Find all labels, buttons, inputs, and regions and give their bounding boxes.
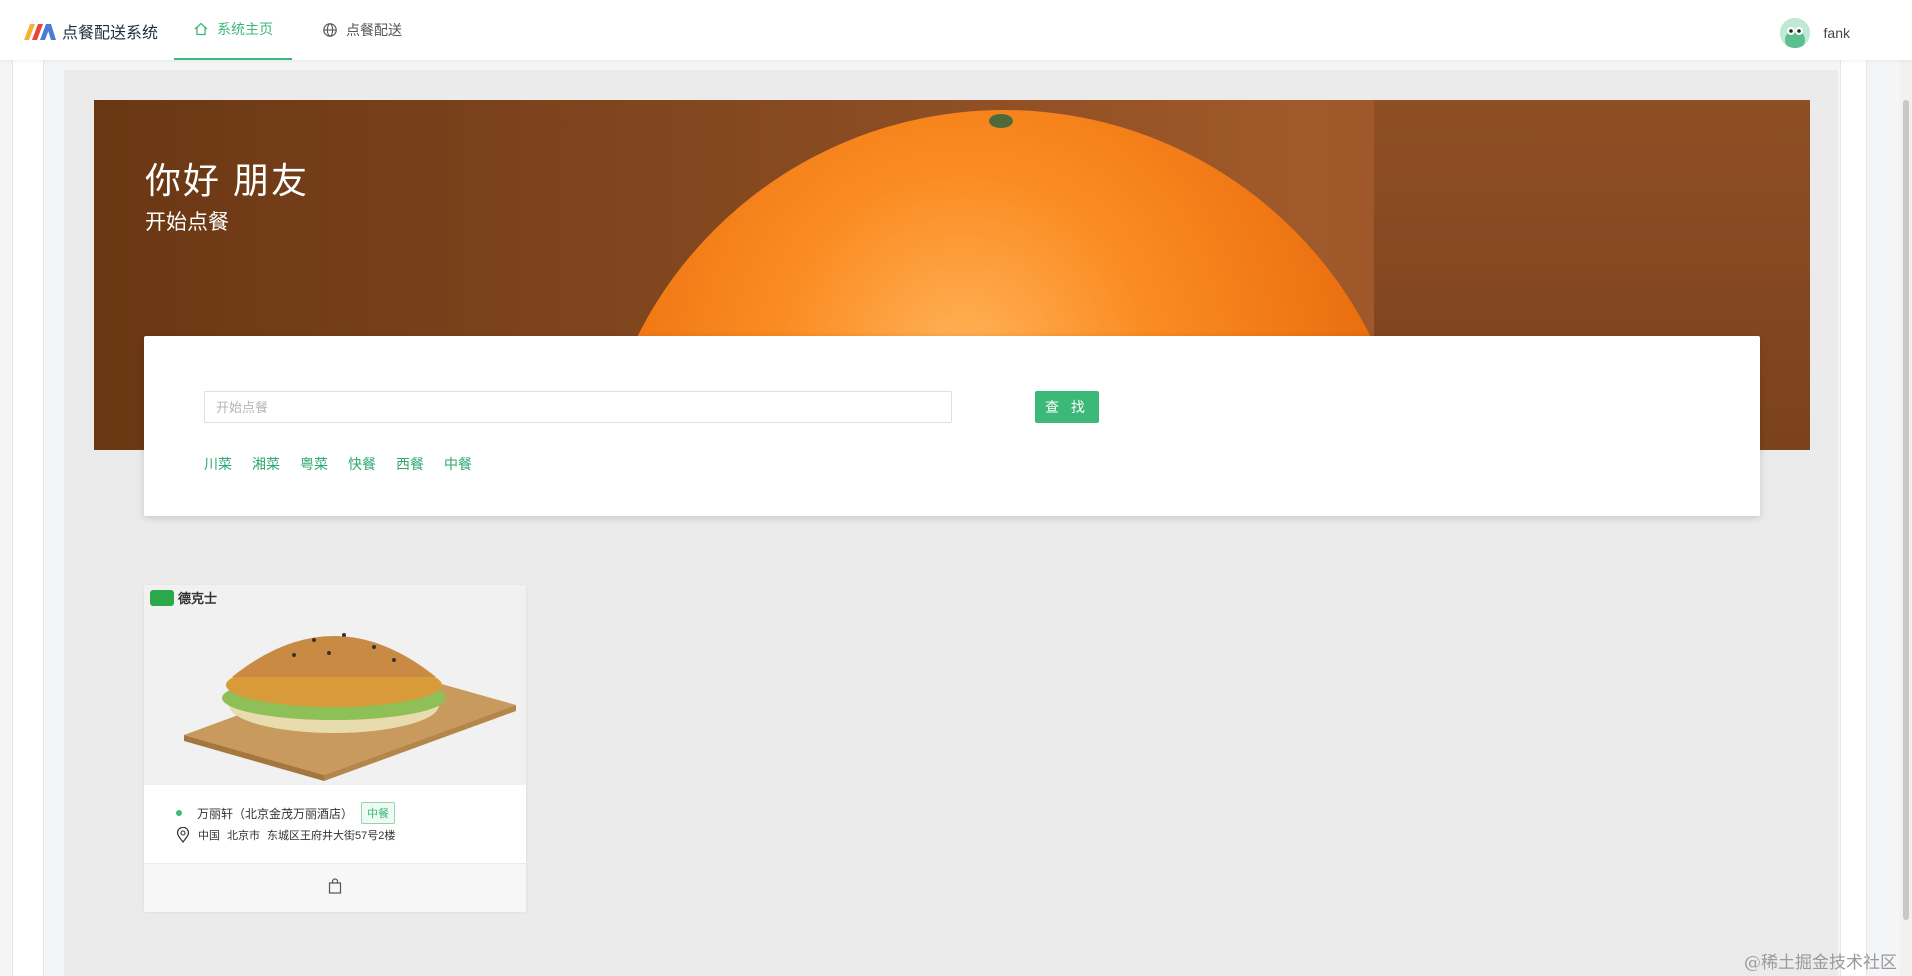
restaurant-title-row: 万丽轩（北京金茂万丽酒店） 中餐 xyxy=(176,802,396,824)
card-footer xyxy=(144,863,526,912)
restaurant-address: 中国 北京市 东城区王府井大街57号2楼 xyxy=(176,827,402,843)
app-logo-icon xyxy=(24,24,56,40)
user-menu[interactable]: fank xyxy=(1779,18,1850,48)
restaurant-info: 万丽轩（北京金茂万丽酒店） 中餐 中国 北京市 东城区王府井大街57号2楼 xyxy=(144,785,526,865)
search-card: 查 找 川菜 湘菜 粤菜 快餐 西餐 中餐 xyxy=(144,336,1760,516)
hero-orange-stem xyxy=(989,114,1013,128)
brand-name: 德克士 xyxy=(178,591,218,606)
top-navbar: 点餐配送系统 系统主页 点餐配送 fank xyxy=(0,0,1912,60)
home-icon xyxy=(193,21,209,37)
search-input[interactable] xyxy=(204,391,952,423)
page-scrollbar[interactable] xyxy=(1900,60,1912,976)
brand-logo-icon xyxy=(150,589,174,606)
category-fast-food[interactable]: 快餐 xyxy=(348,454,376,474)
burger-image xyxy=(144,585,526,785)
avatar[interactable] xyxy=(1779,18,1810,48)
hero-subtitle: 开始点餐 xyxy=(145,211,229,234)
nav-item-home-label: 系统主页 xyxy=(217,21,273,37)
category-hunan[interactable]: 湘菜 xyxy=(252,454,280,474)
globe-icon xyxy=(322,22,338,38)
nav-item-delivery-label: 点餐配送 xyxy=(346,22,402,38)
category-sichuan[interactable]: 川菜 xyxy=(204,454,232,474)
address-street: 东城区王府井大街57号2楼 xyxy=(267,830,396,842)
address-country: 中国 xyxy=(198,830,220,842)
restaurant-name[interactable]: 万丽轩（北京金茂万丽酒店） xyxy=(197,805,353,822)
status-dot-icon xyxy=(176,810,182,816)
shopping-bag-icon[interactable] xyxy=(328,877,342,899)
restaurant-image[interactable]: 德克士 xyxy=(144,585,526,785)
search-button[interactable]: 查 找 xyxy=(1035,391,1099,423)
restaurant-card[interactable]: 德克士 万丽轩（北京金茂万丽酒店） 中餐 中国 北京市 东城区王府井大街57号2… xyxy=(144,585,526,912)
right-frame xyxy=(1840,60,1867,976)
address-city: 北京市 xyxy=(227,830,260,842)
left-frame xyxy=(12,60,44,976)
restaurant-brand: 德克士 xyxy=(150,588,217,607)
username: fank xyxy=(1823,25,1850,41)
category-western[interactable]: 西餐 xyxy=(396,454,424,474)
location-pin-icon xyxy=(176,827,190,843)
scrollbar-thumb[interactable] xyxy=(1903,100,1909,920)
nav-item-home[interactable]: 系统主页 xyxy=(174,0,292,60)
category-chinese[interactable]: 中餐 xyxy=(444,454,472,474)
watermark: @稀土掘金技术社区 xyxy=(1744,953,1897,973)
category-cantonese[interactable]: 粤菜 xyxy=(300,454,328,474)
app-title: 点餐配送系统 xyxy=(62,25,159,42)
category-list: 川菜 湘菜 粤菜 快餐 西餐 中餐 xyxy=(204,454,472,474)
cuisine-tag: 中餐 xyxy=(361,802,396,824)
nav-item-delivery[interactable]: 点餐配送 xyxy=(312,0,412,60)
hero-title: 你好 朋友 xyxy=(145,160,310,201)
